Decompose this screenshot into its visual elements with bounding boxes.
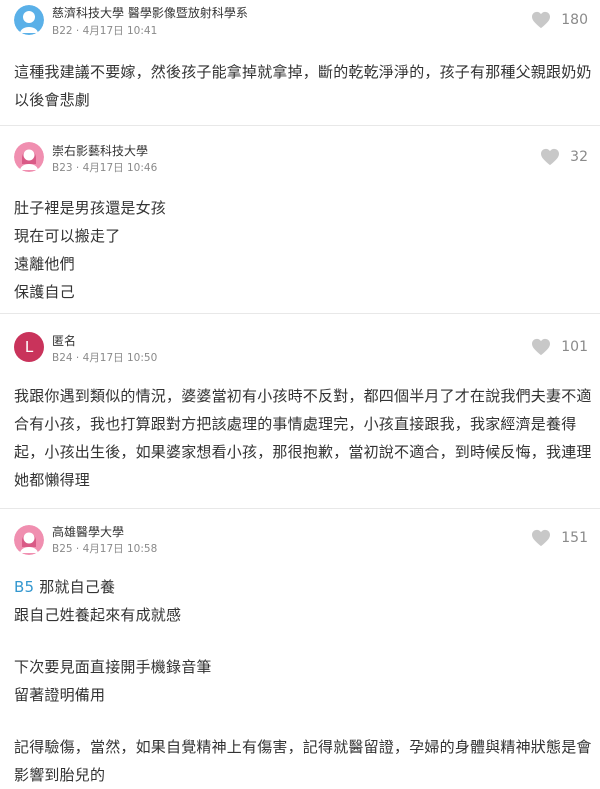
comment-author[interactable]: 高雄醫學大學: [52, 523, 124, 540]
comment-body: 我跟你遇到類似的情況，婆婆當初有小孩時不反對，都四個半月了才在說我們夫妻不適 合…: [14, 382, 592, 494]
comment-floor: B25: [52, 543, 73, 555]
meta-separator: ·: [75, 543, 80, 555]
comment-body: B5 那就自己養 跟自己姓養起來有成就感 下次要見面直接開手機錄音筆 留著證明備…: [14, 573, 592, 789]
comment-floor: B22: [52, 25, 73, 37]
comment-author[interactable]: 崇右影藝科技大學: [52, 142, 148, 159]
comment-line: 留著證明備用: [14, 686, 106, 704]
like-count: 151: [561, 530, 588, 546]
comment-floor: B23: [52, 162, 73, 174]
divider: [0, 508, 600, 509]
comment-line: 影響到胎兒的: [14, 766, 106, 784]
like-button[interactable]: 151: [531, 529, 588, 547]
comment-author[interactable]: 慈濟科技大學 醫學影像暨放射科學系: [52, 4, 248, 21]
reply-link[interactable]: B5: [14, 578, 34, 596]
comment-line: 以後會悲劇: [14, 91, 91, 109]
comment-line: 跟自己姓養起來有成就感: [14, 606, 182, 624]
comment-line-text: 那就自己養: [34, 578, 116, 596]
like-count: 101: [561, 339, 588, 355]
comment-line: B5 那就自己養: [14, 573, 589, 601]
comment-line: 保護自己: [14, 283, 75, 301]
like-button[interactable]: 32: [540, 148, 588, 166]
avatar[interactable]: [14, 525, 44, 555]
comment-line: 她都懶得理: [14, 471, 91, 489]
comment-author[interactable]: 匿名: [52, 332, 76, 349]
heart-icon[interactable]: [531, 11, 551, 29]
comment-line: 這種我建議不要嫁，然後孩子能拿掉就拿掉，斷的乾乾淨淨的，孩子有那種父親跟奶奶: [14, 63, 592, 81]
avatar[interactable]: [14, 5, 44, 35]
comment-time: 4月17日 10:50: [82, 352, 158, 364]
avatar-letter: L: [24, 338, 34, 356]
comment-meta: B22 · 4月17日 10:41: [52, 23, 157, 38]
heart-icon[interactable]: [540, 148, 560, 166]
comment-meta: B24 · 4月17日 10:50: [52, 350, 157, 365]
like-button[interactable]: 180: [531, 11, 588, 29]
comment-time: 4月17日 10:58: [82, 543, 158, 555]
avatar[interactable]: [14, 142, 44, 172]
like-button[interactable]: 101: [531, 338, 588, 356]
comment-floor: B24: [52, 352, 73, 364]
meta-separator: ·: [75, 162, 80, 174]
comment-line: 記得驗傷，當然，如果自覺精神上有傷害，記得就醫留證，孕婦的身體與精神狀態是會: [14, 738, 592, 756]
comment-meta: B25 · 4月17日 10:58: [52, 541, 157, 556]
heart-icon[interactable]: [531, 529, 551, 547]
comment-time: 4月17日 10:46: [82, 162, 158, 174]
comment-line: 肚子裡是男孩還是女孩: [14, 199, 167, 217]
divider: [0, 125, 600, 126]
like-count: 32: [570, 149, 588, 165]
heart-icon[interactable]: [531, 338, 551, 356]
comment-line: 起，小孩出生後，如果婆家想看小孩，那很抱歉，當初說不適合，到時候反悔，我連理: [14, 443, 592, 461]
comment-body: 肚子裡是男孩還是女孩 現在可以搬走了 遠離他們 保護自己: [14, 194, 589, 306]
comment-line: 遠離他們: [14, 255, 75, 273]
comment-time: 4月17日 10:41: [82, 25, 158, 37]
comment-body: 這種我建議不要嫁，然後孩子能拿掉就拿掉，斷的乾乾淨淨的，孩子有那種父親跟奶奶 以…: [14, 58, 592, 114]
divider: [0, 313, 600, 314]
avatar[interactable]: L: [14, 332, 44, 362]
meta-separator: ·: [75, 352, 80, 364]
like-count: 180: [561, 12, 588, 28]
comment-line: 下次要見面直接開手機錄音筆: [14, 658, 212, 676]
comment-line: 合有小孩，我也打算跟對方把該處理的事情處理完，小孩直接跟我，我家經濟是養得: [14, 415, 577, 433]
comment-meta: B23 · 4月17日 10:46: [52, 160, 157, 175]
comment-line: 我跟你遇到類似的情況，婆婆當初有小孩時不反對，都四個半月了才在說我們夫妻不適: [14, 387, 592, 405]
meta-separator: ·: [75, 25, 80, 37]
comment-line: 現在可以搬走了: [14, 227, 121, 245]
